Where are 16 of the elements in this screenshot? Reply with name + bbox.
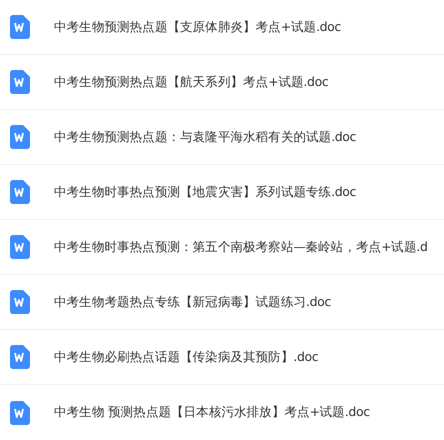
file-name[interactable]: 中考生物考题热点专练【新冠病毒】试题练习.doc: [54, 294, 331, 310]
file-name[interactable]: 中考生物预测热点题：与袁隆平海水稻有关的试题.doc: [54, 128, 356, 146]
file-name[interactable]: 中考生物时事热点预测【地震灾害】系列试题专练.doc: [54, 184, 356, 200]
document-icon: [10, 235, 30, 259]
document-icon: [10, 125, 30, 149]
file-name[interactable]: 中考生物时事热点预测：第五个南极考察站—秦岭站，考点+试题.d: [54, 238, 428, 256]
document-icon: [10, 70, 30, 94]
document-icon: [10, 290, 30, 314]
document-icon: [10, 180, 30, 204]
file-name[interactable]: 中考生物必刷热点话题【传染病及其预防】.doc: [54, 348, 318, 366]
file-name[interactable]: 中考生物预测热点题【航天系列】考点+试题.doc: [54, 74, 328, 90]
document-icon: [10, 345, 30, 369]
document-icon: [10, 400, 30, 424]
document-icon: [10, 15, 30, 39]
file-name[interactable]: 中考生物 预测热点题【日本核污水排放】考点+试题.doc: [54, 404, 370, 421]
file-name[interactable]: 中考生物预测热点题【支原体肺炎】考点+试题.doc: [54, 18, 341, 36]
